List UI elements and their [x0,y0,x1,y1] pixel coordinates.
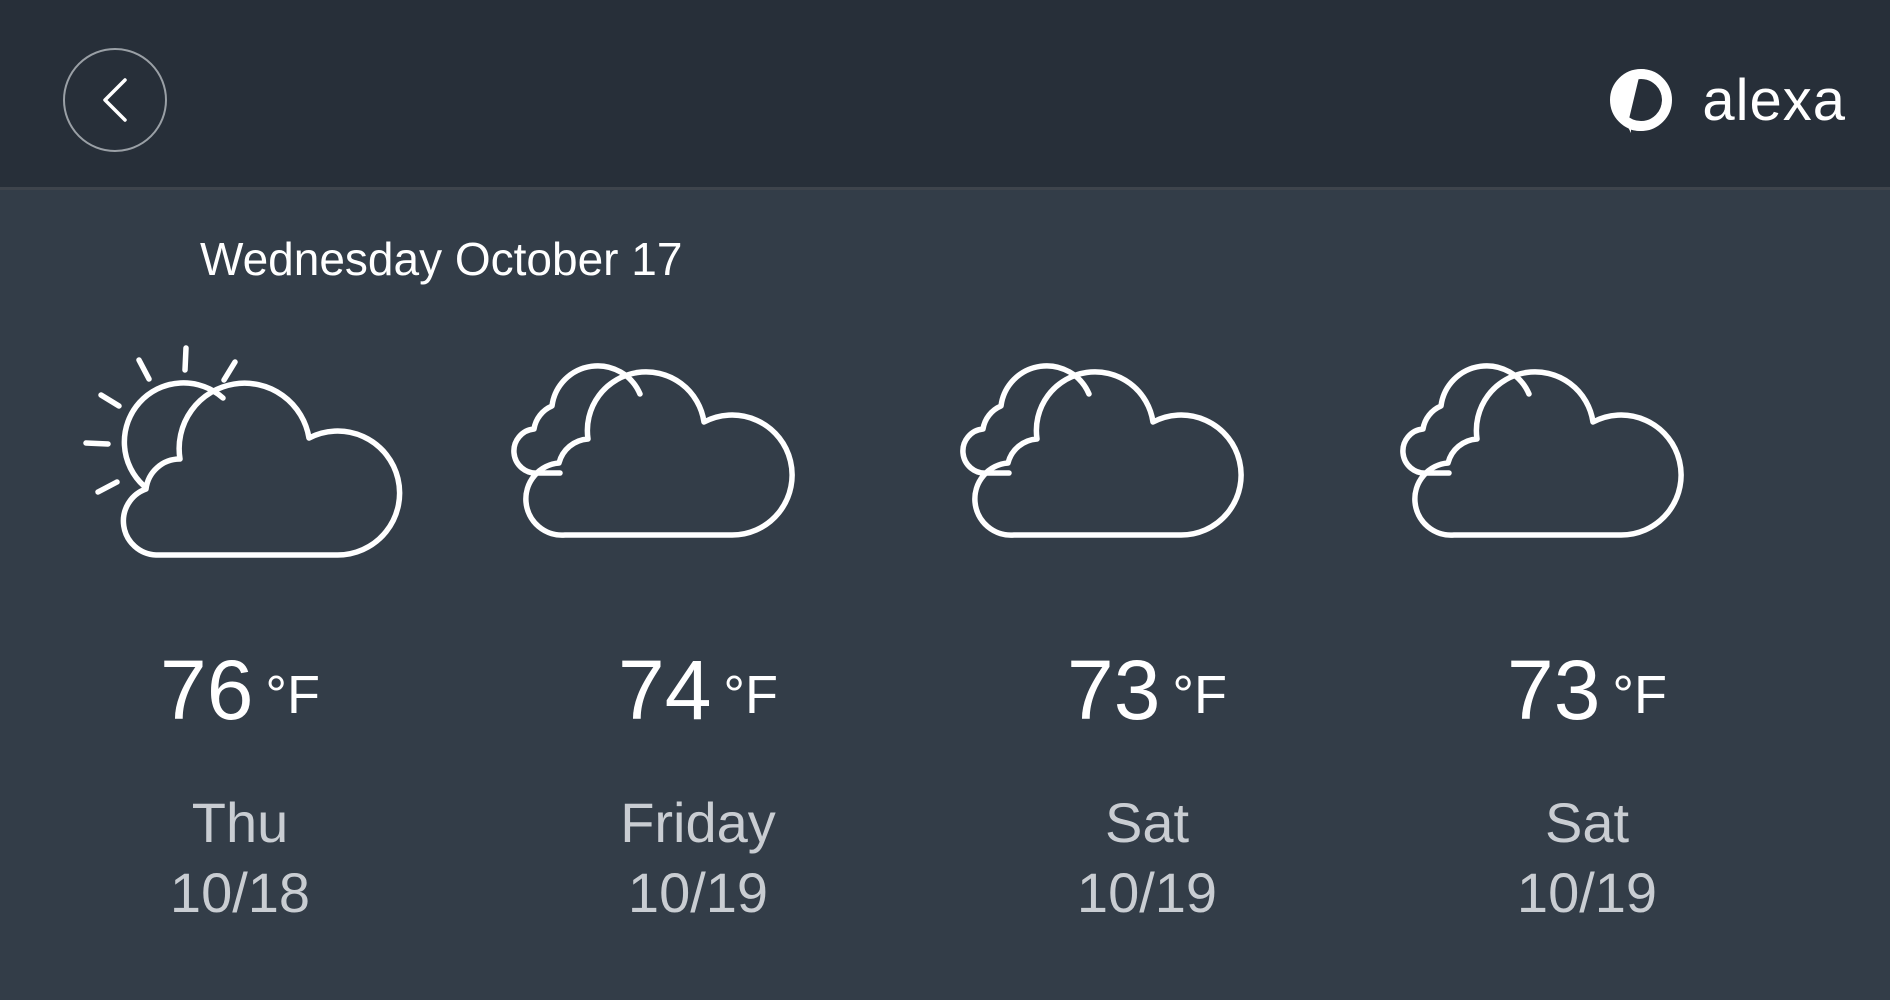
temperature-unit: °F [1172,665,1228,725]
alexa-ring-icon [1610,69,1673,133]
temperature-unit: °F [723,665,779,725]
cloudy-icon [511,363,795,538]
temperature-value: 73 [1506,643,1601,737]
temperature-unit: °F [1612,665,1668,725]
date-title: Wednesday October 17 [200,233,683,285]
day-date: 10/19 [627,861,769,924]
forecast-day[interactable]: 76 °F Thu 10/18 [20,330,460,950]
day-name: Sat [1104,791,1190,854]
forecast-day[interactable]: 73 °F Sat 10/19 [927,330,1367,950]
temperature: 74 °F [478,642,918,739]
temperature-unit: °F [265,665,321,725]
temperature: 76 °F [20,642,460,739]
day-date: 10/19 [1076,861,1218,924]
temperature: 73 °F [1367,642,1807,739]
back-button[interactable] [63,48,167,152]
day-date: 10/19 [1516,861,1658,924]
header-bar: alexa [0,0,1890,190]
day-name: Thu [191,791,289,854]
temperature-value: 76 [159,643,254,737]
day-name: Friday [620,791,776,854]
temperature-value: 74 [617,643,712,737]
day-name: Sat [1544,791,1630,854]
temperature-value: 73 [1066,643,1161,737]
chevron-left-icon [103,78,127,122]
partly-sunny-icon [83,345,403,558]
forecast-day[interactable]: 74 °F Friday 10/19 [478,330,918,950]
brand-name: alexa [1702,67,1846,133]
day-date: 10/18 [169,861,311,924]
alexa-brand: alexa [1604,60,1846,140]
forecast-row: 76 °F Thu 10/18 74 °F Friday 10/19 73 °F S [0,330,1890,950]
temperature: 73 °F [927,642,1367,739]
cloudy-icon [960,363,1244,538]
cloudy-icon [1400,363,1684,538]
forecast-day[interactable]: 73 °F Sat 10/19 [1367,330,1807,950]
